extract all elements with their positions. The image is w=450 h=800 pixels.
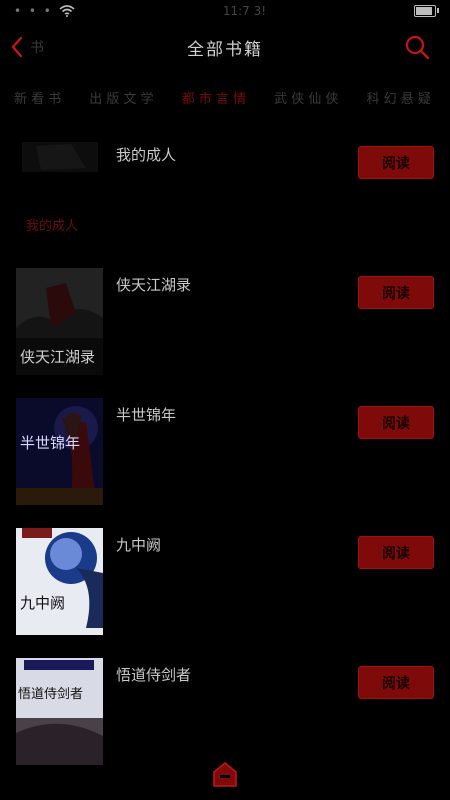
signal-dots: • • •: [14, 4, 53, 18]
home-icon[interactable]: [211, 760, 239, 788]
tab-scifi[interactable]: 科 幻 悬 疑: [352, 88, 444, 107]
book-title: 半世锦年: [116, 406, 177, 424]
cover-title: 侠天江湖录: [20, 348, 95, 366]
book-cover[interactable]: 侠天江湖录: [16, 268, 103, 375]
read-button[interactable]: 阅读: [358, 406, 434, 439]
category-tabs: 新 看 书 出 版 文 学 都 市 言 情 武 侠 仙 侠 科 幻 悬 疑: [0, 80, 450, 114]
status-time: 11:7 3!: [222, 4, 267, 18]
book-title: 我的成人: [116, 146, 177, 164]
cover-title: 半世锦年: [20, 434, 80, 452]
page-title: 全部书籍: [187, 39, 263, 60]
book-cover[interactable]: 九中阙: [16, 528, 103, 635]
cover-title: 悟道侍剑者: [18, 686, 83, 702]
tab-wuxia[interactable]: 武 侠 仙 侠: [260, 88, 352, 107]
read-button[interactable]: 阅读: [358, 666, 434, 699]
read-button[interactable]: 阅读: [358, 536, 434, 569]
book-cover[interactable]: 悟道侍剑者: [16, 658, 103, 765]
tab-new[interactable]: 新 看 书: [0, 88, 75, 107]
cover-title: 九中阙: [20, 594, 65, 612]
cover-title: 我的成人: [26, 218, 78, 234]
list-item[interactable]: 侠天江湖录 侠天江湖录 阅读: [0, 260, 450, 390]
read-button[interactable]: 阅读: [358, 276, 434, 309]
book-list: 我的成人 我的成人 阅读 侠天江湖录 侠天江湖录 阅读 半世锦年 半世锦年 阅读…: [0, 130, 450, 780]
search-icon[interactable]: [404, 34, 430, 60]
book-cover[interactable]: 我的成人: [16, 138, 103, 245]
list-item[interactable]: 我的成人 我的成人 阅读: [0, 130, 450, 260]
read-button[interactable]: 阅读: [358, 146, 434, 179]
back-label: 书: [30, 40, 44, 56]
chevron-left-icon: [11, 36, 23, 58]
tab-literature[interactable]: 出 版 文 学: [75, 88, 167, 107]
tab-urban-romance[interactable]: 都 市 言 情: [168, 88, 260, 107]
book-title: 九中阙: [116, 536, 162, 554]
status-left: • • •: [14, 4, 75, 18]
status-bar: • • • 11:7 3!: [0, 0, 450, 22]
nav-bar: 书 全部书籍: [0, 22, 450, 72]
book-title: 悟道侍剑者: [116, 666, 192, 684]
book-cover[interactable]: 半世锦年: [16, 398, 103, 505]
list-item[interactable]: 九中阙 九中阙 阅读: [0, 520, 450, 650]
wifi-icon: [59, 5, 75, 17]
back-button[interactable]: 书: [10, 30, 44, 64]
book-title: 侠天江湖录: [116, 276, 192, 294]
battery-icon: [414, 5, 439, 17]
list-item[interactable]: 半世锦年 半世锦年 阅读: [0, 390, 450, 520]
